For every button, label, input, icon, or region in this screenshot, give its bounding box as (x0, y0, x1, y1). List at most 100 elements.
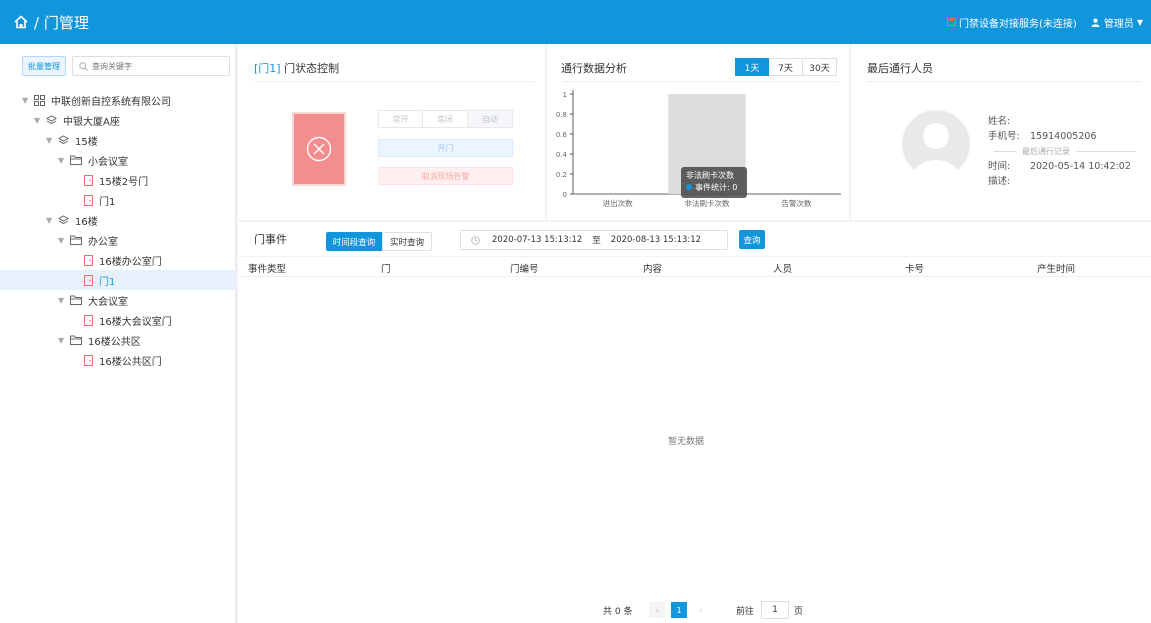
tree-node-label: 门1 (99, 196, 116, 208)
home-icon[interactable] (14, 15, 34, 29)
open-door-button[interactable]: 开门 (378, 139, 513, 157)
tree-node-label: 办公室 (88, 236, 118, 248)
tree-node-label: 15楼 (75, 136, 98, 148)
tree-search[interactable] (72, 56, 230, 76)
last-records-link[interactable]: 最后通行记录 (988, 144, 1142, 159)
tree-node-floor[interactable]: ▼ 15楼 (0, 130, 236, 150)
tree-node-door[interactable]: 16楼大会议室门 (0, 310, 236, 330)
time-label: 时间: (988, 161, 1011, 172)
tree-node-label: 小会议室 (88, 156, 128, 168)
door-icon (84, 274, 93, 286)
divider (254, 81, 535, 82)
date-range-picker[interactable]: 2020-07-13 15:13:12 至 2020-08-13 15:13:1… (460, 230, 728, 250)
tree-node-label: 16楼办公室门 (99, 256, 162, 268)
time-value: 2020-05-14 10:42:02 (1030, 161, 1131, 172)
tree-node-door[interactable]: 门1 (0, 190, 236, 210)
mode-always-closed[interactable]: 常闭 (423, 110, 468, 128)
phone-label: 手机号: (988, 131, 1020, 142)
warning-icon (947, 18, 957, 26)
last-person-title: 最后通行人员 (867, 62, 933, 75)
tree-node-room[interactable]: ▼ 办公室 (0, 230, 236, 250)
caret-icon[interactable]: ▼ (58, 156, 68, 165)
door-status-visual (292, 112, 346, 186)
start-date[interactable]: 2020-07-13 15:13:12 (492, 235, 582, 245)
tree-node-label: 16楼公共区门 (99, 356, 162, 368)
chevron-left-icon: ‹ (655, 605, 659, 615)
batch-manage-button[interactable]: 批量管理 (22, 56, 66, 76)
tree-node-door[interactable]: 16楼办公室门 (0, 250, 236, 270)
y-tick-label: 0.8 (556, 111, 567, 119)
divider (867, 81, 1141, 82)
column-header: 事件类型 (248, 264, 287, 275)
range-tabs: 1天 7天 30天 (735, 58, 837, 76)
caret-icon[interactable]: ▼ (46, 216, 56, 225)
tree-node-label: 门1 (99, 276, 116, 288)
tree-node-label: 16楼公共区 (88, 336, 141, 348)
column-header: 门 (381, 264, 391, 275)
door-icon (84, 174, 93, 186)
realtime-query-button[interactable]: 实时查询 (382, 232, 432, 251)
x-tick-label: 告警次数 (781, 198, 811, 208)
layers-icon (58, 134, 69, 146)
caret-icon[interactable]: ▼ (34, 116, 44, 125)
door-status-panel: [门1] 门状态控制 (238, 44, 545, 220)
door-name: [门1] (254, 62, 281, 75)
desc-label: 描述: (988, 176, 1011, 187)
prev-page-button[interactable]: ‹ (649, 602, 665, 618)
total-count: 共 0 条 (603, 607, 633, 617)
caret-icon[interactable]: ▼ (58, 336, 68, 345)
folder-icon (70, 295, 82, 305)
tooltip-title: 非法刷卡次数 (686, 171, 734, 180)
y-tick-label: 0.2 (556, 171, 567, 179)
search-input[interactable] (92, 61, 212, 71)
caret-down-icon: ▼ (1136, 17, 1143, 27)
goto-label: 前往 (736, 607, 755, 617)
y-tick-label: 0.6 (556, 131, 568, 139)
caret-icon[interactable]: ▼ (58, 296, 68, 305)
caret-icon[interactable]: ▼ (22, 96, 32, 105)
y-tick-label: 1 (563, 91, 567, 99)
mode-always-open[interactable]: 常开 (378, 110, 423, 128)
mode-auto[interactable]: 自动 (468, 110, 513, 128)
org-tree: ▼ 中联创新自控系统有限公司 ▼ 中银大厦A座 ▼ 15楼 ▼ 小会议室 15楼… (0, 90, 236, 370)
user-name: 管理员 (1103, 18, 1134, 30)
tree-node-room[interactable]: ▼ 16楼公共区 (0, 330, 236, 350)
tree-node-door[interactable]: 15楼2号门 (0, 170, 236, 190)
breadcrumb-text: / 门管理 (34, 13, 89, 32)
tree-node-room[interactable]: ▼ 小会议室 (0, 150, 236, 170)
column-header: 产生时间 (1037, 264, 1076, 275)
column-header: 门编号 (510, 264, 539, 275)
page-unit: 页 (794, 607, 804, 617)
door-panel-title-text: 门状态控制 (284, 62, 340, 75)
tab-30days[interactable]: 30天 (803, 58, 837, 76)
time-range-query-button[interactable]: 时间段查询 (326, 232, 382, 251)
end-date[interactable]: 2020-08-13 15:13:12 (611, 235, 701, 245)
page-number[interactable]: 1 (671, 602, 687, 618)
tree-node-company[interactable]: ▼ 中联创新自控系统有限公司 (0, 90, 236, 110)
tree-node-room[interactable]: ▼ 大会议室 (0, 290, 236, 310)
next-page-button[interactable]: › (693, 602, 709, 618)
door-icon (84, 314, 93, 326)
tree-node-door[interactable]: 16楼公共区门 (0, 350, 236, 370)
table-header: 事件类型 门 门编号 内容 人员 卡号 产生时间 (238, 257, 1151, 277)
breadcrumb: / 门管理 (14, 0, 89, 44)
service-status[interactable]: 门禁设备对接服务(未连接) (947, 15, 1077, 30)
folder-icon (70, 155, 82, 165)
tree-node-floor[interactable]: ▼ 16楼 (0, 210, 236, 230)
tree-node-building[interactable]: ▼ 中银大厦A座 (0, 110, 236, 130)
caret-icon[interactable]: ▼ (58, 236, 68, 245)
goto-page-input[interactable]: 1 (761, 601, 789, 619)
y-tick-label: 0.4 (556, 151, 568, 159)
query-button[interactable]: 查询 (739, 230, 765, 249)
user-menu[interactable]: 管理员 ▼ (1091, 15, 1143, 30)
caret-icon[interactable]: ▼ (46, 136, 56, 145)
tab-1day[interactable]: 1天 (735, 58, 769, 76)
tab-7days[interactable]: 7天 (769, 58, 803, 76)
tree-node-door-selected[interactable]: 门1 (0, 270, 236, 290)
cancel-alarm-button[interactable]: 取消现场告警 (378, 167, 513, 185)
clock-icon (471, 235, 480, 245)
column-header: 内容 (643, 264, 663, 275)
x-tick-label: 非法刷卡次数 (685, 198, 730, 208)
service-status-text: 门禁设备对接服务(未连接) (959, 18, 1077, 30)
door-icon (84, 194, 93, 206)
